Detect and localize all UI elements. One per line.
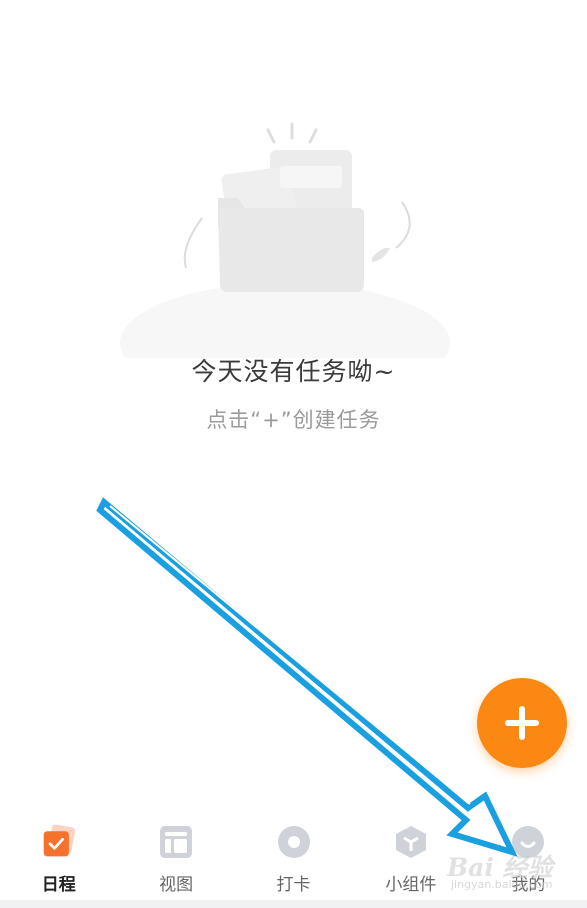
empty-folder-illustration <box>120 122 450 358</box>
bottom-tab-bar: 日程 视图 打卡 小组件 我的 <box>0 812 587 900</box>
tab-view-label: 视图 <box>159 875 194 895</box>
tab-check-in[interactable]: 打卡 <box>235 812 352 900</box>
schedule-icon <box>41 824 77 860</box>
tab-check-in-label: 打卡 <box>276 875 311 895</box>
profile-smile-icon <box>510 824 546 860</box>
empty-state-subtitle: 点击“+”创建任务 <box>206 408 381 432</box>
add-task-button[interactable] <box>477 678 567 768</box>
check-in-icon <box>276 824 312 860</box>
tab-schedule[interactable]: 日程 <box>0 812 117 900</box>
tab-widgets-label: 小组件 <box>385 875 437 895</box>
tab-view[interactable]: 视图 <box>117 812 234 900</box>
tab-profile[interactable]: 我的 <box>470 812 587 900</box>
bottom-safe-area <box>0 900 587 908</box>
view-layout-icon <box>158 824 194 860</box>
plus-icon <box>505 706 539 740</box>
tab-profile-label: 我的 <box>511 875 546 895</box>
tab-widgets[interactable]: 小组件 <box>352 812 469 900</box>
empty-state-title: 今天没有任务呦~ <box>191 357 396 386</box>
app-screen: 今天没有任务呦~ 点击“+”创建任务 日程 视图 打卡 小组件 我的 Bai 经… <box>0 0 587 908</box>
widget-cube-icon <box>393 824 429 860</box>
tab-schedule-label: 日程 <box>41 875 76 895</box>
